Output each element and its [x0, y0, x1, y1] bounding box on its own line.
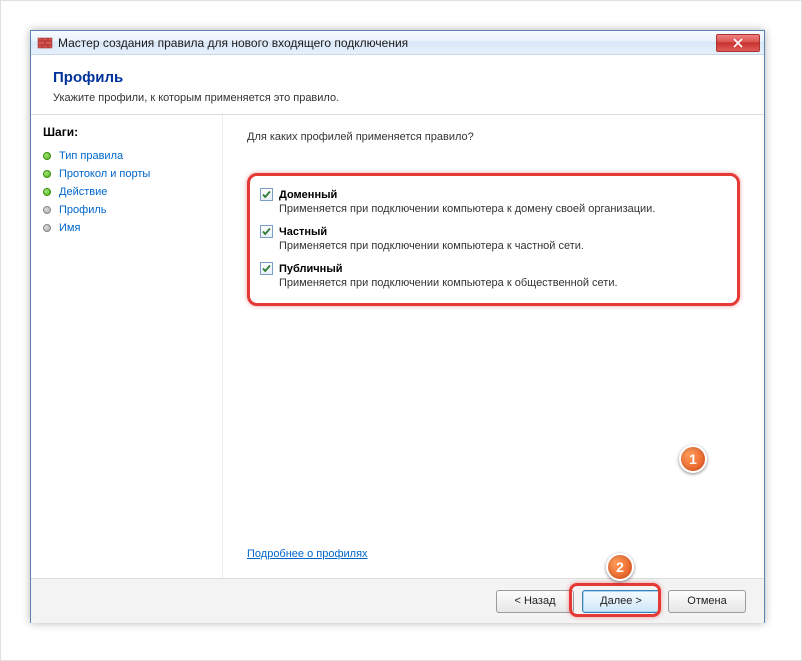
profile-domain: Доменный Применяется при подключении ком…	[260, 188, 721, 215]
back-button[interactable]: < Назад	[496, 590, 574, 613]
step-profile[interactable]: Профиль	[43, 201, 210, 219]
footer-buttons: < Назад Далее > Отмена	[31, 579, 764, 623]
learn-more-link[interactable]: Подробнее о профилях	[247, 548, 740, 560]
annotation-marker-2: 2	[606, 553, 634, 581]
page-subtitle: Укажите профили, к которым применяется э…	[53, 92, 742, 104]
profile-public: Публичный Применяется при подключении ко…	[260, 262, 721, 289]
step-rule-type[interactable]: Тип правила	[43, 147, 210, 165]
step-name[interactable]: Имя	[43, 219, 210, 237]
step-bullet-icon	[43, 224, 51, 232]
profile-private-label: Частный	[279, 226, 327, 238]
page-title: Профиль	[53, 69, 742, 86]
titlebar: Мастер создания правила для нового входя…	[31, 31, 764, 55]
step-action[interactable]: Действие	[43, 183, 210, 201]
check-icon	[261, 263, 272, 274]
cancel-button[interactable]: Отмена	[668, 590, 746, 613]
check-icon	[261, 189, 272, 200]
profile-private: Частный Применяется при подключении комп…	[260, 225, 721, 252]
close-icon	[733, 38, 743, 48]
body: Шаги: Тип правила Протокол и порты Дейст…	[31, 115, 764, 579]
profile-public-label: Публичный	[279, 263, 342, 275]
checkbox-private[interactable]	[260, 225, 273, 238]
firewall-icon	[37, 35, 53, 51]
step-bullet-icon	[43, 206, 51, 214]
check-icon	[261, 226, 272, 237]
checkbox-public[interactable]	[260, 262, 273, 275]
checkbox-domain[interactable]	[260, 188, 273, 201]
wizard-window: Мастер создания правила для нового входя…	[30, 30, 765, 623]
step-bullet-icon	[43, 170, 51, 178]
profiles-highlight-box: Доменный Применяется при подключении ком…	[247, 173, 740, 306]
profile-public-desc: Применяется при подключении компьютера к…	[279, 277, 721, 289]
next-button[interactable]: Далее >	[582, 590, 660, 613]
step-bullet-icon	[43, 188, 51, 196]
header-panel: Профиль Укажите профили, к которым приме…	[31, 55, 764, 115]
profile-domain-desc: Применяется при подключении компьютера к…	[279, 203, 721, 215]
profile-question: Для каких профилей применяется правило?	[247, 131, 740, 143]
profile-private-desc: Применяется при подключении компьютера к…	[279, 240, 721, 252]
main-panel: Для каких профилей применяется правило? …	[223, 115, 764, 578]
step-protocol-ports[interactable]: Протокол и порты	[43, 165, 210, 183]
window-title: Мастер создания правила для нового входя…	[58, 36, 716, 50]
steps-heading: Шаги:	[43, 125, 210, 139]
annotation-marker-1: 1	[679, 445, 707, 473]
steps-sidebar: Шаги: Тип правила Протокол и порты Дейст…	[31, 115, 223, 578]
step-bullet-icon	[43, 152, 51, 160]
close-button[interactable]	[716, 34, 760, 52]
profile-domain-label: Доменный	[279, 189, 337, 201]
